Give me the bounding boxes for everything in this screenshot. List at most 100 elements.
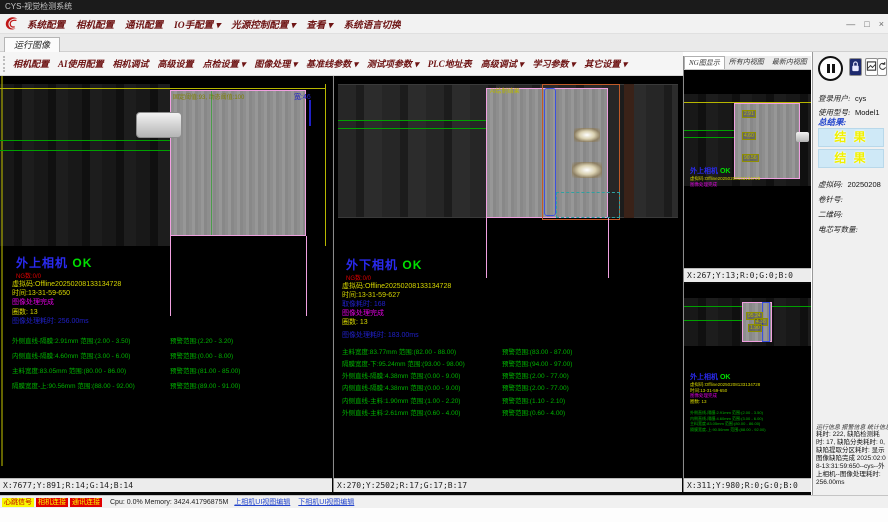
tool-baseline-params[interactable]: 基准线参数 ▾	[306, 57, 358, 70]
measurement-row: 隔膜宽度-下:95.24mm 范围:(93.00 - 98.00) 预警范围:(…	[342, 358, 678, 368]
qrcode-label: 二维码:	[818, 210, 843, 219]
thumb-view-top[interactable]: 2.91 4.60 90.56 外上相机 OK 虚拟码:Offline20250…	[684, 70, 811, 268]
comm-connect-badge: 通讯连接	[70, 498, 102, 507]
process-done-label: 图像处理完成	[12, 297, 54, 307]
measure-value: 内侧直线-主料:1.90mm 范围:(1.00 - 2.20)	[342, 398, 460, 405]
model-value: Model1	[855, 108, 880, 117]
window-title: CYS-视觉检测系统	[5, 2, 72, 11]
measure-tick	[309, 100, 311, 126]
tool-spot-check[interactable]: 点检设置 ▾	[203, 57, 246, 70]
menu-io-config[interactable]: IO手配置 ▾	[174, 17, 220, 31]
measure-tag: 2.91	[742, 110, 756, 118]
measure-value: 隔膜宽度-上:90.56mm 范围:(88.00 - 92.00)	[12, 383, 135, 390]
measure-line	[0, 140, 170, 141]
tool-ai-usage-config[interactable]: AI使用配置	[58, 57, 104, 70]
warn-range: 预警范围:(83.00 - 87.00)	[502, 346, 572, 356]
threshold-label: 固定阈值:93, 动态阈值:100	[173, 92, 244, 101]
pause-icon	[827, 64, 830, 73]
process-time-label: 图像处理耗时: 183.00ms	[342, 330, 419, 340]
measurement-row: 内侧直线-隔膜:4.60mm 范围:(3.00 - 6.00) 预警范围:(0.…	[12, 350, 322, 360]
menu-camera-config[interactable]: 相机配置	[76, 17, 114, 31]
thumb-tab-all-views[interactable]: 所有内视图	[725, 56, 768, 69]
cell-count-label: 电芯写数量:	[818, 225, 858, 234]
mini-result-block: 外上相机 OK 虚拟码:Offline20250208133134728 时间:…	[690, 372, 760, 404]
refresh-button[interactable]	[877, 58, 887, 76]
heartbeat-status-badge: 心跳信号	[2, 498, 34, 507]
mini-camera-title: 外上相机 OK	[690, 166, 760, 176]
ok-status-label: OK	[720, 168, 731, 175]
lower-camera-ui-edit-link[interactable]: 下相机UI视图编辑	[298, 497, 354, 507]
maximize-button[interactable]: □	[864, 19, 869, 29]
menu-view[interactable]: 查看 ▾	[306, 17, 332, 31]
roi-line	[608, 218, 609, 278]
mini-measure-list: 外侧直线-隔膜:2.91mm 范围:(2.00 - 3.50) 内侧直线-隔膜:…	[690, 410, 810, 432]
left-coordinate-bar: X:7677;Y:891;R:14;G:14;B:14	[0, 478, 332, 492]
tool-test-params[interactable]: 测试项参数 ▾	[367, 57, 419, 70]
warn-range: 预警范围:(2.00 - 77.00)	[502, 370, 569, 380]
measurement-row: 隔膜宽度-上:90.56mm 范围:(88.00 - 92.00) 预警范围:(…	[12, 380, 322, 390]
tab-component	[136, 112, 182, 138]
menu-comm-config[interactable]: 通讯配置	[125, 17, 163, 31]
guide-line-vertical	[325, 84, 326, 246]
window-bottom-margin	[0, 508, 888, 522]
right-panel: 登录用户: cys 使用型号: Model1 总结果: 结 果 结 果 虚拟码:…	[812, 52, 888, 495]
thumb-tab-bar: NG图显示 所有内视图 最新内视图	[684, 56, 811, 70]
lock-icon	[850, 59, 861, 74]
cpu-memory-label: Cpu: 0.0% Memory: 3424.41796875M	[110, 499, 228, 506]
measure-value: 主料宽度:83.77mm 范围:(82.00 - 88.00)	[342, 349, 456, 356]
tool-plc-address[interactable]: PLC地址表	[428, 57, 472, 70]
tool-advanced-debug[interactable]: 高级调试 ▾	[481, 57, 524, 70]
image-icon	[866, 59, 877, 74]
menu-light-config[interactable]: 光源控制配置 ▾	[231, 17, 295, 31]
tool-camera-config[interactable]: 相机配置	[13, 57, 49, 70]
guide-line-horizontal	[0, 88, 326, 89]
thumb-tab-latest-views[interactable]: 最新内视图	[768, 56, 811, 69]
tool-image-processing[interactable]: 图像处理 ▾	[254, 57, 297, 70]
cell-count-row: 电芯写数量:	[818, 219, 858, 237]
thumb-top-coordinate-bar: X:267;Y:13;R:0;G:0;B:0	[684, 268, 811, 282]
tool-learning-params[interactable]: 学习参数 ▾	[532, 57, 575, 70]
upper-camera-ui-edit-link[interactable]: 上相机UI视图编辑	[234, 497, 290, 507]
center-coordinate-bar: X:270;Y:2502;R:17;G:17;B:17	[334, 478, 682, 492]
camera-view-outer-lower[interactable]: AI绘制结果 外下相机 OK NG数:0/0 虚拟码:Offline202502…	[334, 76, 682, 478]
close-button[interactable]: ×	[879, 19, 884, 29]
info-tabs[interactable]: 运行信息 报警信息 统计信息	[816, 422, 888, 431]
mini-measure-row: 隔膜宽度-上:90.56mm 范围:(88.00 - 92.00)	[690, 427, 810, 433]
camera-view-outer-upper[interactable]: 固定阈值:93, 动态阈值:100 宽:46 外上相机 OK NG数:0/0 虚…	[0, 76, 332, 478]
tool-camera-debug[interactable]: 相机调试	[113, 57, 149, 70]
lock-button[interactable]	[849, 58, 862, 76]
measurement-row: 内侧直线-隔膜:4.38mm 范围:(0.00 - 9.00) 预警范围:(2.…	[342, 382, 678, 392]
measure-line	[684, 320, 744, 321]
measure-value: 内侧直线-隔膜:4.38mm 范围:(0.00 - 9.00)	[342, 385, 460, 392]
measure-tag: 90.56	[742, 154, 759, 162]
refresh-icon	[878, 59, 887, 74]
warn-range: 预警范围:(0.00 - 8.00)	[170, 350, 233, 360]
edge-guide-line	[1, 76, 3, 466]
warn-range: 预警范围:(0.60 - 4.00)	[502, 407, 565, 417]
thumb-tab-ng-display[interactable]: NG图显示	[684, 56, 725, 69]
menu-system-config[interactable]: 系统配置	[27, 17, 65, 31]
pause-icon	[832, 64, 835, 73]
tab-run-image[interactable]: 运行图像	[4, 37, 60, 53]
warn-range: 预警范围:(2.20 - 3.20)	[170, 335, 233, 345]
mini-count: 圈数: 13	[690, 399, 760, 405]
ok-status-label: OK	[720, 374, 731, 381]
reflection-spot	[572, 162, 602, 178]
mini-result-block: 外上相机 OK 虚拟码:Offline20250208133134728 图像处…	[690, 166, 760, 187]
measure-value: 外侧直线-隔膜:4.38mm 范围:(0.00 - 9.00)	[342, 373, 460, 380]
pause-button[interactable]	[818, 56, 843, 81]
minimize-button[interactable]: —	[846, 19, 855, 29]
thumb-view-bottom[interactable]: 95.24 4.38 1.90 外上相机 OK 虚拟码:Offline20250…	[684, 284, 811, 478]
menu-language-switch[interactable]: 系统语言切换	[344, 17, 401, 31]
document-tab-bar: 运行图像	[0, 34, 888, 52]
measurement-row: 内侧直线-主料:1.90mm 范围:(1.00 - 2.20) 预警范围:(1.…	[342, 395, 678, 405]
camera-result-title: 外下相机 OK	[346, 256, 422, 273]
measure-value: 隔膜宽度-下:95.24mm 范围:(93.00 - 98.00)	[342, 361, 465, 368]
mini-barcode: 虚拟码:Offline20250208133134728	[690, 382, 760, 388]
tool-other-settings[interactable]: 其它设置 ▾	[584, 57, 627, 70]
ai-result-label: AI绘制结果	[490, 86, 520, 95]
info-log-text: 耗时: 222, 缺陷检测耗时: 17, 缺陷分类耗时: 0, 缺陷提取分区耗时…	[816, 431, 886, 487]
window-controls: — □ ×	[846, 14, 884, 34]
camera-name-label: 外上相机	[690, 374, 718, 381]
tool-advanced-settings[interactable]: 高级设置	[158, 57, 194, 70]
